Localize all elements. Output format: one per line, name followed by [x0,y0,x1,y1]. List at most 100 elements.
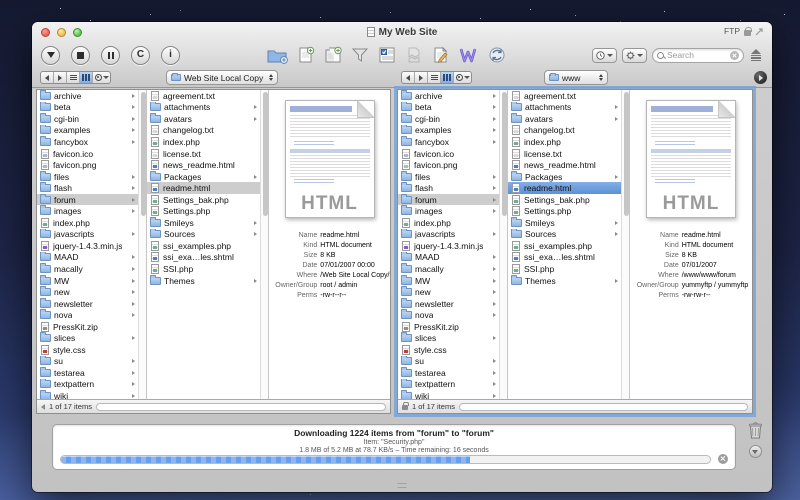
file-row[interactable]: index.php [37,217,138,229]
file-row[interactable]: Settings_bak.php [147,194,260,206]
list-view-button[interactable] [67,72,80,83]
file-row[interactable]: Settings.php [508,205,621,217]
file-row[interactable]: ssi_examples.php [147,240,260,252]
file-row[interactable]: attachments [508,102,621,114]
file-row[interactable]: files [398,171,499,183]
file-row[interactable]: Smileys [508,217,621,229]
refresh-button[interactable]: C [131,46,150,65]
file-row[interactable]: style.css [37,344,138,356]
clear-search-icon[interactable] [730,51,739,60]
view-options-button[interactable] [93,72,110,83]
file-row[interactable]: license.txt [508,148,621,160]
new-folder-button[interactable] [265,46,289,64]
file-row[interactable]: forum [37,194,138,206]
minimize-button[interactable] [57,28,66,37]
file-row[interactable]: files [37,171,138,183]
list-view-button[interactable] [428,72,441,83]
right-location-dropdown[interactable]: www [544,70,608,85]
file-row[interactable]: beta [398,102,499,114]
file-row[interactable]: index.php [147,136,260,148]
file-row[interactable]: avatars [508,113,621,125]
file-row[interactable]: examples [37,125,138,137]
file-row[interactable]: agreement.txt [508,90,621,102]
file-row[interactable]: new [37,286,138,298]
file-row[interactable]: cgi-bin [398,113,499,125]
file-row[interactable]: Packages [147,171,260,183]
file-row[interactable]: beta [37,102,138,114]
file-row[interactable]: forum [398,194,499,206]
file-row[interactable]: archive [398,90,499,102]
file-row[interactable]: Sources [508,229,621,241]
file-row[interactable]: SSI.php [147,263,260,275]
file-row[interactable]: ssi_examples.php [508,240,621,252]
queue-button[interactable] [377,46,397,64]
view-options-button[interactable] [454,72,471,83]
file-row[interactable]: textpattern [398,379,499,391]
file-row[interactable]: images [398,205,499,217]
left-file-column[interactable]: agreement.txt attachments avatars [147,90,260,399]
file-row[interactable]: readme.html [147,182,260,194]
file-row[interactable]: textpattern [37,379,138,391]
right-file-column[interactable]: agreement.txt attachments avatars [508,90,621,399]
file-row[interactable]: PressKit.zip [37,321,138,333]
go-button[interactable] [754,71,767,84]
file-row[interactable]: ssi_exa…les.shtml [508,252,621,264]
horizontal-scrollbar[interactable] [96,403,386,411]
trash-icon[interactable] [748,422,763,439]
file-row[interactable]: Settings.php [147,205,260,217]
file-row[interactable]: news_readme.html [508,159,621,171]
file-row[interactable]: examples [398,125,499,137]
file-row[interactable]: javascripts [37,229,138,241]
column-view-button[interactable] [441,72,454,83]
file-row[interactable]: favicon.ico [37,148,138,160]
file-row[interactable]: Themes [147,275,260,287]
info-button[interactable]: i [161,46,180,65]
scrollbar[interactable] [621,90,630,399]
download-button[interactable] [41,46,60,65]
window-resize-dimple[interactable] [398,483,407,488]
right-folder-column[interactable]: archive beta cgi-bin [398,90,499,399]
file-row[interactable]: slices [37,332,138,344]
file-row[interactable]: agreement.txt [147,90,260,102]
file-row[interactable]: flash [398,182,499,194]
file-row[interactable]: macally [398,263,499,275]
file-row[interactable]: MAAD [37,252,138,264]
file-row[interactable]: flash [37,182,138,194]
new-file-button[interactable] [296,46,316,64]
back-button[interactable] [41,72,54,83]
file-row[interactable]: Packages [508,171,621,183]
file-row[interactable]: attachments [147,102,260,114]
file-row[interactable]: style.css [398,344,499,356]
web-editor-button[interactable] [458,46,480,64]
file-row[interactable]: Sources [147,229,260,241]
file-row[interactable]: newsletter [37,298,138,310]
file-row[interactable]: new [398,286,499,298]
file-row[interactable]: Settings_bak.php [508,194,621,206]
filter-button[interactable] [350,46,370,64]
zoom-button[interactable] [73,28,82,37]
file-row[interactable]: jquery-1.4.3.min.js [37,240,138,252]
file-row[interactable]: newsletter [398,298,499,310]
sync-button[interactable] [487,46,507,64]
file-row[interactable]: images [37,205,138,217]
file-row[interactable]: wiki [398,390,499,399]
actions-menu-button[interactable] [622,48,647,63]
history-menu-button[interactable] [592,48,617,63]
file-row[interactable]: changelog.txt [147,125,260,137]
file-row[interactable]: nova [37,309,138,321]
file-row[interactable]: changelog.txt [508,125,621,137]
left-location-dropdown[interactable]: Web Site Local Copy [166,70,278,85]
file-row[interactable]: MW [398,275,499,287]
file-row[interactable]: cgi-bin [37,113,138,125]
file-row[interactable]: favicon.ico [398,148,499,160]
left-folder-column[interactable]: archive beta cgi-bin [37,90,138,399]
forward-button[interactable] [54,72,67,83]
back-button[interactable] [402,72,415,83]
file-row[interactable]: su [398,356,499,368]
search-input[interactable] [667,50,727,60]
file-row[interactable]: testarea [37,367,138,379]
file-row[interactable]: archive [37,90,138,102]
fullscreen-icon[interactable] [755,27,764,36]
file-row[interactable]: macally [37,263,138,275]
file-row[interactable]: MAAD [398,252,499,264]
